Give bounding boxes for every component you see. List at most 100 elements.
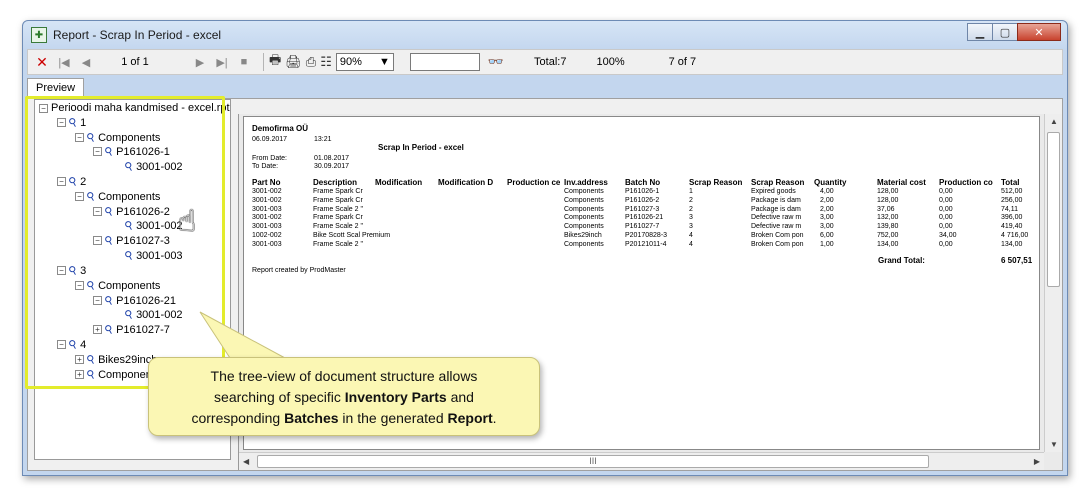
tree-node-2[interactable]: − ⚲ 2: [57, 175, 87, 189]
table-cell: Frame Spark Cr: [313, 196, 363, 204]
collapse-icon: −: [93, 147, 102, 156]
tree-label: 2: [80, 175, 87, 188]
key-icon: ⚲: [84, 130, 98, 146]
table-cell: 3001-002: [252, 196, 282, 204]
table-cell: 134,00: [1001, 240, 1023, 248]
vertical-scrollbar[interactable]: ▲ ▼: [1044, 114, 1062, 452]
callout-text: in the generated: [338, 410, 448, 426]
table-cell: 6,00: [820, 232, 834, 239]
key-icon: ⚲: [102, 204, 116, 220]
table-cell: 3: [689, 223, 693, 231]
table-cell: Components: [564, 205, 604, 213]
chevron-down-icon: ▼: [378, 56, 390, 68]
table-cell: Frame Spark Cr: [313, 214, 363, 222]
collapse-icon: −: [93, 207, 102, 216]
table-cell: P161026-2: [625, 196, 660, 204]
table-cell: 0,00: [939, 188, 953, 195]
key-icon: ⚲: [102, 144, 116, 160]
table-cell: Bikes29inch: [564, 232, 602, 239]
tree-node-batch[interactable]: − ⚲ P161027-3: [93, 233, 170, 249]
table-cell: P20121011-4: [625, 240, 667, 248]
tree-node-4[interactable]: − ⚲ 4: [57, 337, 86, 353]
stop-icon[interactable]: ■: [236, 52, 252, 72]
collapse-icon: −: [57, 266, 66, 275]
collapse-icon: −: [93, 236, 102, 245]
tree-label: P161026-1: [116, 145, 170, 158]
column-header: Batch No: [625, 178, 661, 187]
collapse-icon: −: [75, 133, 84, 142]
table-cell: 139,80: [877, 223, 899, 231]
export-icon[interactable]: ⎙: [306, 54, 316, 70]
tree-node-batch[interactable]: + ⚲ P161027-7: [93, 323, 170, 337]
binoculars-icon[interactable]: 👓: [488, 54, 504, 70]
table-cell: 752,00: [877, 232, 899, 239]
tree-node-1[interactable]: − ⚲ 1: [57, 116, 86, 130]
zoom-value: 90%: [339, 56, 362, 68]
tree-node-part[interactable]: ⚲ 3001-002: [123, 160, 183, 174]
key-icon: ⚲: [66, 337, 80, 353]
key-icon: ⚲: [102, 233, 116, 249]
table-cell: Defective raw m: [751, 214, 802, 222]
print-setup-icon[interactable]: 🖨: [285, 54, 302, 70]
key-icon: ⚲: [102, 293, 116, 309]
table-cell: P161026-1: [625, 188, 660, 195]
tree-node-components[interactable]: − ⚲ Components: [75, 279, 160, 293]
scroll-up-icon[interactable]: ▲: [1050, 117, 1058, 126]
scroll-left-icon[interactable]: ◀: [243, 457, 249, 466]
table-cell: Components: [564, 240, 604, 248]
column-header: Production ce: [507, 178, 561, 187]
print-icon[interactable]: 🖶: [269, 51, 281, 73]
vertical-scroll-thumb[interactable]: [1047, 132, 1060, 287]
table-cell: 3001-003: [252, 240, 282, 248]
zoom-select[interactable]: 90% ▼: [335, 53, 394, 71]
tree-root-label: Perioodi maha kandmised - excel.rpt: [51, 102, 230, 114]
key-icon: ⚲: [122, 248, 136, 264]
prev-page-icon[interactable]: ◀: [78, 52, 94, 72]
column-header: Material cost: [877, 178, 926, 187]
column-header: Modification D: [438, 178, 494, 187]
horizontal-scrollbar[interactable]: ◀ III ▶: [239, 452, 1044, 470]
column-header: Scrap Reason: [689, 178, 743, 187]
tree-node-bikes[interactable]: + ⚲ Bikes29inch: [75, 353, 157, 367]
tab-preview[interactable]: Preview: [27, 78, 85, 98]
scroll-down-icon[interactable]: ▼: [1050, 440, 1058, 449]
close-report-icon[interactable]: ✕: [34, 52, 50, 72]
group-tree-icon[interactable]: ☷: [320, 54, 332, 70]
table-cell: P20170828-3: [625, 232, 668, 239]
table-cell: 4 716,00: [1001, 232, 1029, 239]
tree-node-components[interactable]: + ⚲ Componen: [75, 368, 152, 382]
scroll-right-icon[interactable]: ▶: [1034, 457, 1040, 466]
tree-node-components[interactable]: − ⚲ Components: [75, 130, 160, 146]
tree-node-batch[interactable]: − ⚲ P161026-21: [93, 293, 177, 309]
last-page-icon[interactable]: ▶|: [214, 52, 230, 72]
tree-node-components[interactable]: − ⚲ Components: [75, 190, 160, 204]
first-page-icon[interactable]: |◀: [56, 52, 72, 72]
table-cell: Package is dam: [751, 196, 801, 204]
table-cell: 3001-002: [252, 214, 282, 222]
table-cell: 2,00: [820, 196, 834, 204]
search-input[interactable]: [409, 53, 480, 71]
maximize-button[interactable]: ▢: [992, 23, 1018, 41]
table-cell: 512,00: [1001, 188, 1023, 195]
tree-root[interactable]: − Perioodi maha kandmised - excel.rpt: [39, 102, 230, 114]
app-icon: ✚: [31, 27, 47, 43]
column-header: Inv.address: [564, 178, 608, 187]
minimize-button[interactable]: ▁: [967, 23, 993, 41]
tree-node-part[interactable]: ⚲ 3001-002: [123, 219, 183, 233]
tree-label: P161026-21: [116, 294, 177, 307]
horizontal-scroll-thumb[interactable]: III: [257, 455, 929, 468]
tree-node-3[interactable]: − ⚲ 3: [57, 264, 86, 278]
tree-node-part[interactable]: ⚲ 3001-003: [122, 248, 183, 264]
report-title: Scrap In Period - excel: [378, 143, 464, 152]
table-cell: 128,00: [877, 188, 899, 195]
next-page-icon[interactable]: ▶: [192, 52, 208, 72]
tree-node-batch[interactable]: − ⚲ P161026-2: [93, 204, 170, 220]
close-button[interactable]: ✕: [1017, 23, 1061, 41]
table-cell: 396,00: [1001, 214, 1023, 222]
hand-cursor-icon: ☝: [178, 205, 197, 238]
table-cell: P161027-7: [625, 223, 660, 231]
table-cell: P161027-3: [625, 205, 660, 213]
tree-node-part[interactable]: ⚲ 3001-002: [123, 308, 183, 322]
tree-node-batch[interactable]: − ⚲ P161026-1: [93, 144, 170, 160]
table-cell: 34,00: [939, 232, 957, 239]
